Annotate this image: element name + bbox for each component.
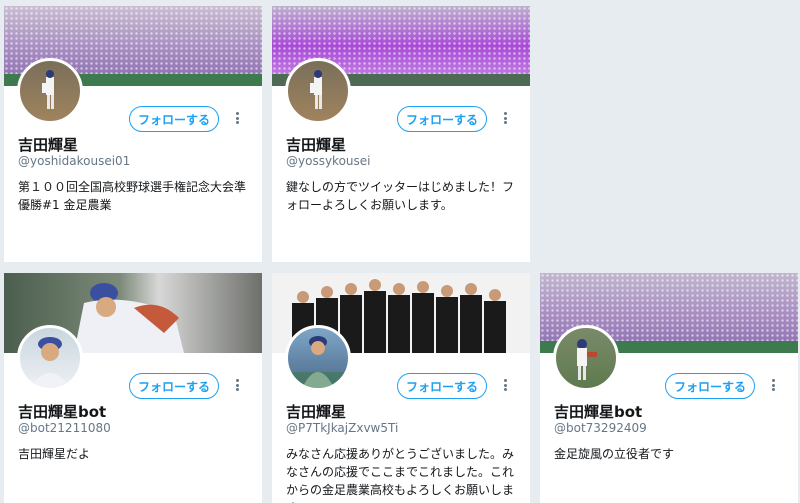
- user-handle[interactable]: @bot21211080: [18, 421, 111, 435]
- user-bio: 吉田輝星だよ: [18, 447, 91, 461]
- user-card[interactable]: フォローする 吉田輝星 @yoshidakousei01 第１００回全国高校野球…: [4, 6, 262, 262]
- user-handle[interactable]: @yoshidakousei01: [18, 154, 130, 168]
- more-options-icon[interactable]: [232, 376, 242, 394]
- user-bio: 鍵なしの方でツイッターはじめました！フォローよろしくお願いします。: [286, 180, 515, 212]
- follow-button[interactable]: フォローする: [129, 373, 219, 399]
- user-handle[interactable]: @bot73292409: [554, 421, 647, 435]
- avatar[interactable]: [285, 325, 351, 391]
- more-options-icon[interactable]: [500, 109, 510, 127]
- display-name[interactable]: 吉田輝星: [286, 134, 346, 155]
- more-options-icon[interactable]: [500, 376, 510, 394]
- avatar[interactable]: [285, 58, 351, 124]
- follow-button[interactable]: フォローする: [397, 106, 487, 132]
- more-options-icon[interactable]: [232, 109, 242, 127]
- follow-button[interactable]: フォローする: [665, 373, 755, 399]
- avatar[interactable]: [553, 325, 619, 391]
- user-bio: 金足旋風の立役者です: [554, 447, 675, 461]
- display-name[interactable]: 吉田輝星: [286, 401, 346, 422]
- follow-button[interactable]: フォローする: [129, 106, 219, 132]
- follow-button[interactable]: フォローする: [397, 373, 487, 399]
- avatar[interactable]: [17, 58, 83, 124]
- user-card[interactable]: フォローする 吉田輝星bot @bot73292409 金足旋風の立役者です: [540, 273, 798, 503]
- user-card[interactable]: フォローする 吉田輝星 @yossykousei 鍵なしの方でツイッターはじめま…: [272, 6, 530, 262]
- user-bio: みなさん応援ありがとうございました。みなさんの応援でここまでこれました。これから…: [286, 447, 515, 503]
- avatar[interactable]: [17, 325, 83, 391]
- user-card[interactable]: フォローする 吉田輝星 @P7TkJkajZxvw5Ti みなさん応援ありがとう…: [272, 273, 530, 503]
- display-name[interactable]: 吉田輝星bot: [554, 401, 642, 422]
- user-card[interactable]: フォローする 吉田輝星bot @bot21211080 吉田輝星だよ: [4, 273, 262, 503]
- more-options-icon[interactable]: [768, 376, 778, 394]
- user-handle[interactable]: @yossykousei: [286, 154, 371, 168]
- user-bio: 第１００回全国高校野球選手権記念大会準優勝#1 金足農業: [18, 180, 247, 212]
- display-name[interactable]: 吉田輝星bot: [18, 401, 106, 422]
- display-name[interactable]: 吉田輝星: [18, 134, 78, 155]
- user-handle[interactable]: @P7TkJkajZxvw5Ti: [286, 421, 398, 435]
